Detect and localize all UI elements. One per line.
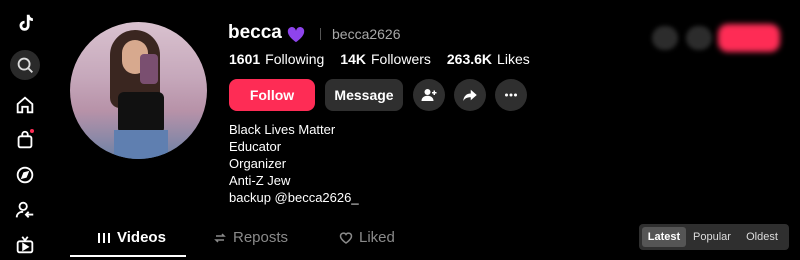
bars-icon — [98, 232, 110, 243]
avatar[interactable] — [70, 22, 207, 159]
sort-oldest-button[interactable]: Oldest — [739, 227, 785, 247]
add-friend-button[interactable] — [413, 79, 445, 111]
add-user-icon — [421, 89, 437, 101]
tab-videos-label: Videos — [117, 229, 166, 246]
search-icon[interactable] — [10, 50, 40, 80]
divider — [320, 28, 321, 40]
share-button[interactable] — [454, 79, 486, 111]
live-icon[interactable] — [10, 230, 40, 260]
tab-liked-label: Liked — [359, 229, 395, 246]
following-stat[interactable]: 1601 Following — [229, 51, 324, 67]
share-arrow-icon — [463, 89, 477, 101]
followers-stat[interactable]: 14K Followers — [340, 51, 431, 67]
purple-heart-icon — [287, 27, 305, 43]
tab-liked[interactable]: Liked — [339, 229, 395, 246]
likes-stat: 263.6K Likes — [446, 51, 530, 67]
sort-popular-button[interactable]: Popular — [691, 227, 733, 247]
more-dots-icon — [505, 93, 517, 97]
explore-icon[interactable] — [10, 160, 40, 190]
tab-reposts-label: Reposts — [233, 229, 289, 246]
blurred-control[interactable] — [652, 26, 678, 50]
more-options-button[interactable] — [495, 79, 527, 111]
repost-icon — [214, 232, 226, 243]
sort-control: Latest Popular Oldest — [639, 224, 789, 250]
username: becca2626 — [332, 26, 401, 42]
notification-dot — [30, 129, 34, 133]
tab-videos[interactable]: Videos — [97, 229, 166, 246]
message-button[interactable]: Message — [325, 79, 403, 111]
profile-bio: Black Lives Matter Educator Organizer An… — [229, 122, 359, 205]
tab-reposts[interactable]: Reposts — [213, 229, 288, 246]
blurred-control[interactable] — [686, 26, 712, 50]
tiktok-logo-icon[interactable] — [10, 8, 40, 38]
sidebar — [0, 0, 50, 260]
profile-stats: 1601 Following 14K Followers 263.6K Likes — [229, 51, 530, 67]
active-tab-indicator — [70, 255, 186, 257]
blurred-button[interactable] — [718, 24, 780, 52]
follow-button[interactable]: Follow — [229, 79, 315, 111]
display-name: becca — [228, 22, 282, 43]
shop-icon[interactable] — [10, 125, 40, 155]
following-icon[interactable] — [10, 195, 40, 225]
home-icon[interactable] — [10, 90, 40, 120]
liked-heart-icon — [339, 231, 353, 244]
sort-latest-button[interactable]: Latest — [642, 227, 686, 247]
